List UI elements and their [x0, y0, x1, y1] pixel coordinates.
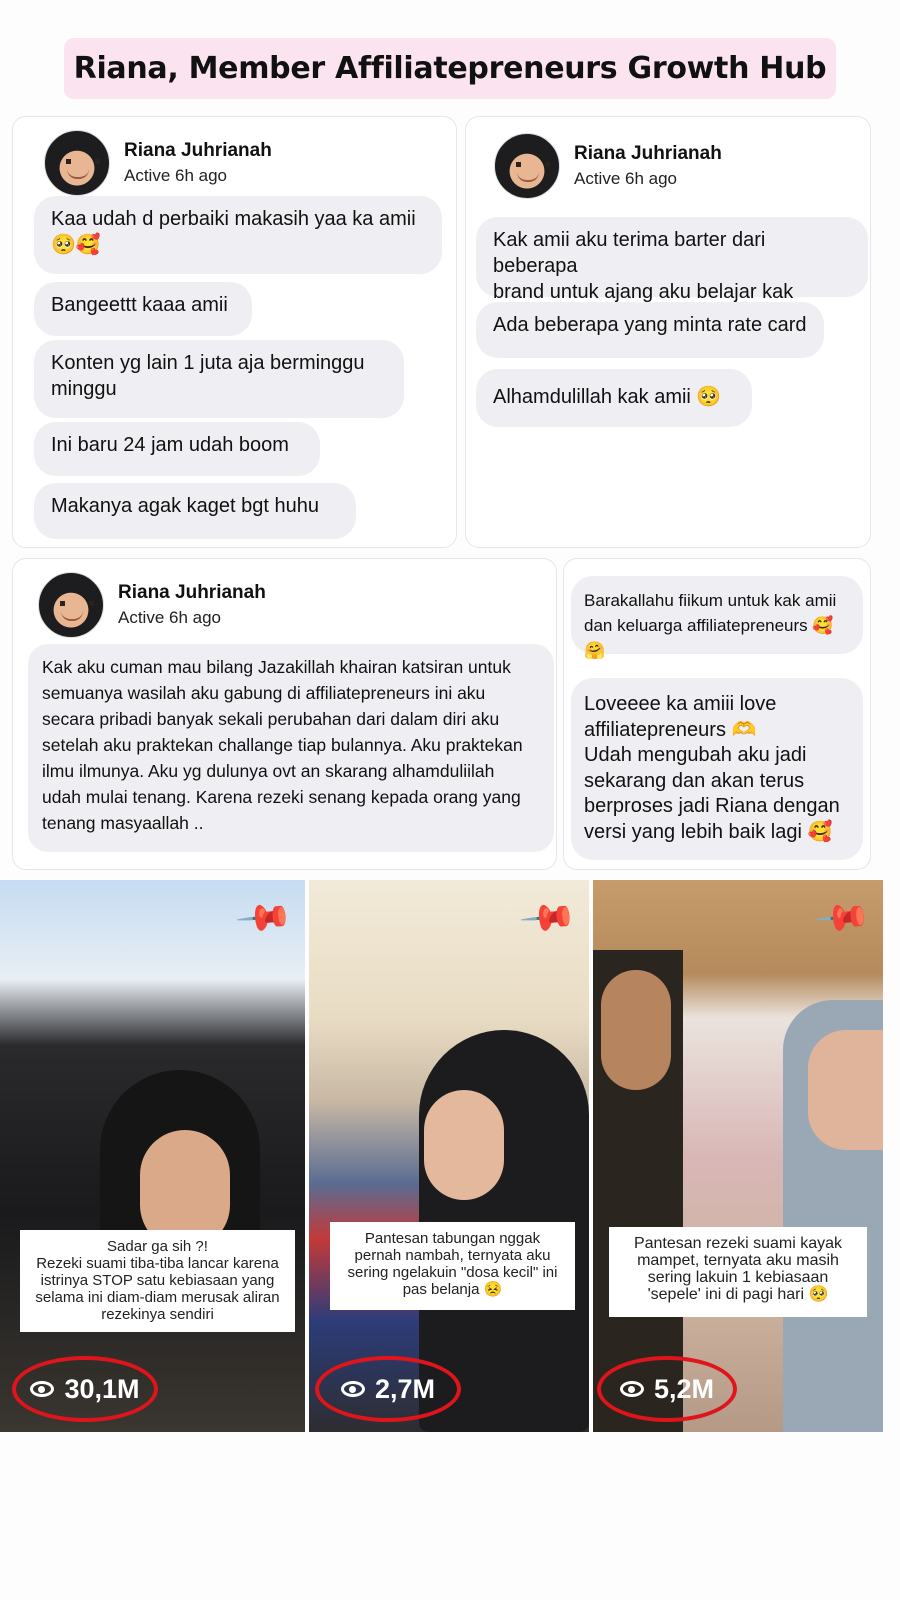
message-bubble: Konten yg lain 1 juta aja berminggu ming… — [34, 340, 404, 418]
message-bubble: Ada beberapa yang minta rate card — [476, 302, 824, 358]
sender-name: Riana Juhrianah — [574, 143, 722, 164]
view-count-label: 2,7M — [374, 1373, 436, 1404]
avatar — [44, 130, 110, 196]
message-bubble: Alhamdulillah kak amii 🥺 — [476, 369, 752, 427]
pin-icon: 📌 — [234, 887, 296, 948]
message-bubble: Barakallahu fiikum untuk kak amii dan ke… — [571, 576, 863, 660]
view-count-label: 5,2M — [653, 1373, 715, 1404]
sender-name: Riana Juhrianah — [124, 140, 272, 161]
chat-header-2: Riana Juhrianah Active 6h ago — [494, 133, 722, 199]
video-thumbnail-1[interactable]: 📌 — [0, 880, 305, 1432]
message-bubble: Makanya agak kaget bgt huhu — [34, 483, 356, 539]
view-count-1: 30,1M — [12, 1356, 158, 1422]
video-caption-2: Pantesan tabungan nggak pernah nambah, t… — [330, 1222, 575, 1310]
avatar — [494, 133, 560, 199]
view-count-3: 5,2M — [597, 1356, 737, 1422]
active-status: Active 6h ago — [118, 608, 222, 627]
title-banner: Riana, Member Affiliatepreneurs Growth H… — [64, 38, 836, 99]
eye-icon — [340, 1381, 365, 1397]
message-bubble: Ini baru 24 jam udah boom — [34, 422, 320, 476]
active-status: Active 6h ago — [124, 166, 228, 185]
video-thumbnail-2[interactable]: 📌 — [309, 880, 589, 1432]
message-bubble: Kak aku cuman mau bilang Jazakillah khai… — [28, 644, 554, 852]
eye-icon — [619, 1381, 644, 1397]
eye-icon — [30, 1381, 55, 1397]
video-thumbnail-3[interactable]: 📌 — [593, 880, 883, 1432]
view-count-2: 2,7M — [315, 1356, 461, 1422]
message-bubble: Kaa udah d perbaiki makasih yaa ka amii … — [34, 196, 442, 274]
chat-header-1: Riana Juhrianah Active 6h ago — [44, 130, 272, 196]
pin-icon: 📌 — [518, 887, 580, 948]
chat-header-3: Riana Juhrianah Active 6h ago — [38, 572, 266, 638]
sender-name: Riana Juhrianah — [118, 582, 266, 603]
message-bubble: Bangeettt kaaa amii — [34, 282, 252, 336]
page-title: Riana, Member Affiliatepreneurs Growth H… — [73, 51, 827, 86]
video-caption-1: Sadar ga sih ?! Rezeki suami tiba-tiba l… — [20, 1230, 295, 1332]
video-caption-3: Pantesan rezeki suami kayak mampet, tern… — [609, 1227, 867, 1317]
active-status: Active 6h ago — [574, 169, 678, 188]
avatar — [38, 572, 104, 638]
message-bubble: Loveeee ka amiii love affiliatepreneurs … — [571, 678, 863, 860]
pin-icon: 📌 — [812, 887, 874, 948]
view-count-label: 30,1M — [64, 1373, 140, 1404]
message-bubble: Kak amii aku terima barter dari beberapa… — [476, 217, 868, 303]
